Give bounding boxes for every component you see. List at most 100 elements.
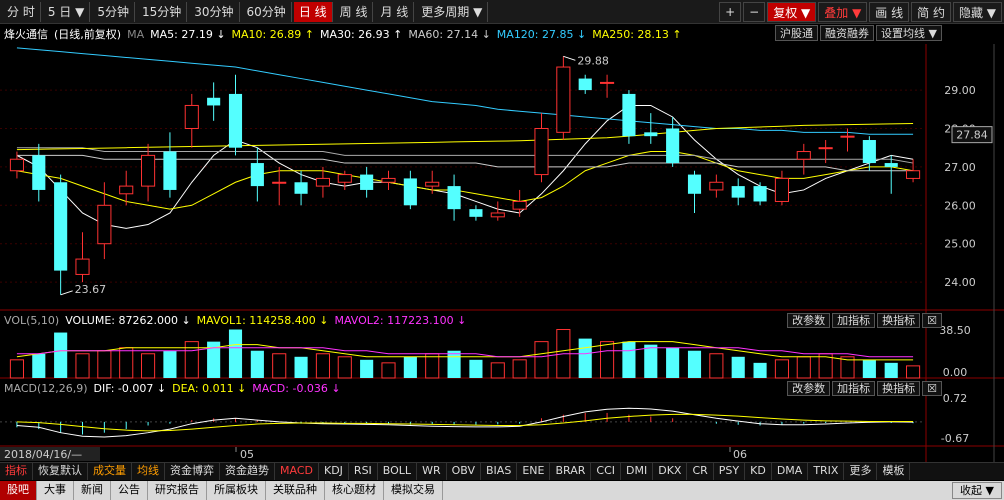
candle-body	[228, 93, 243, 148]
candle-body	[163, 151, 177, 190]
candle-body	[622, 93, 636, 137]
volume-bar	[644, 344, 658, 378]
info-tab[interactable]: 模拟交易	[384, 481, 443, 500]
panel-button[interactable]: 换指标	[877, 381, 921, 396]
candle-body	[534, 127, 549, 176]
volume-bar	[862, 359, 876, 378]
volume-bar	[9, 359, 24, 379]
price-tick-label: 27.00	[944, 161, 976, 174]
candle-body	[447, 186, 461, 210]
info-tab[interactable]: 股吧	[0, 481, 37, 500]
collapse-button[interactable]: 收起 ▼	[952, 482, 1002, 499]
ma-line-ma250	[16, 123, 914, 151]
vol-mavol2: MAVOL2: 117223.100 ↓	[334, 313, 467, 327]
indicator-tab[interactable]: WR	[417, 463, 447, 480]
candle-body	[97, 204, 112, 245]
macd-axis-top: 0.72	[943, 392, 968, 405]
panel-button[interactable]: ☒	[922, 381, 942, 396]
indicator-tab[interactable]: DMA	[772, 463, 809, 480]
info-tab[interactable]: 所属板块	[207, 481, 266, 500]
candle-body	[666, 128, 680, 164]
info-tab[interactable]: 研究报告	[148, 481, 207, 500]
indicator-tab[interactable]: 均线	[132, 463, 165, 480]
volume-bar	[731, 356, 745, 378]
volume-bar	[687, 350, 702, 378]
panel-button[interactable]: 换指标	[877, 313, 921, 328]
volume-legend: VOL(5,10) VOLUME: 87262.000 ↓ MAVOL1: 11…	[0, 312, 472, 328]
candle-body	[207, 97, 221, 106]
indicator-tab[interactable]: CCI	[591, 463, 621, 480]
indicator-tab[interactable]: 指标	[0, 463, 33, 480]
indicator-tab[interactable]: MACD	[275, 463, 319, 480]
volume-bar	[469, 359, 483, 378]
info-tab[interactable]: 大事	[37, 481, 74, 500]
indicator-tab[interactable]: ENE	[517, 463, 551, 480]
info-bar: 股吧 大事 新闻 公告 研究报告 所属板块 关联品种 核心题材 模拟交易 收起 ▼	[0, 481, 1004, 500]
candle-body	[360, 174, 374, 190]
vol-volume: VOLUME: 87262.000 ↓	[65, 313, 191, 327]
volume-bar	[315, 353, 330, 379]
panel-button[interactable]: ☒	[922, 313, 942, 328]
candle-body	[490, 212, 505, 218]
indicator-tab[interactable]: KDJ	[319, 463, 349, 480]
volume-bar	[447, 350, 461, 378]
current-price-label: 27.84	[956, 129, 988, 142]
candle-body	[818, 147, 833, 150]
indicator-tab[interactable]: DKX	[653, 463, 688, 480]
info-tab[interactable]: 新闻	[74, 481, 111, 500]
volume-axis-top: 38.50	[939, 324, 971, 337]
volume-bar	[578, 338, 592, 378]
candle-body	[644, 132, 658, 137]
candle-body	[337, 174, 352, 183]
indicator-tab[interactable]: 模板	[877, 463, 911, 480]
volume-bar	[600, 341, 615, 379]
indicator-tab[interactable]: BIAS	[481, 463, 518, 480]
panel-button[interactable]: 改参数	[787, 313, 831, 328]
volume-bar	[184, 341, 199, 379]
indicator-tab[interactable]: RSI	[349, 463, 378, 480]
indicator-tab[interactable]: 恢复默认	[33, 463, 88, 480]
panel-button[interactable]: 加指标	[832, 313, 876, 328]
indicator-tab[interactable]: BOLL	[378, 463, 418, 480]
indicator-tab[interactable]: DMI	[621, 463, 654, 480]
macd-dif: DIF: -0.007 ↓	[93, 381, 167, 395]
indicator-tab[interactable]: 资金趋势	[220, 463, 275, 480]
info-tab[interactable]: 公告	[111, 481, 148, 500]
candle-body	[54, 182, 68, 271]
candle-body	[884, 163, 898, 167]
panel-button[interactable]: 改参数	[787, 381, 831, 396]
macd-buttons: 改参数 加指标 换指标 ☒	[785, 381, 942, 396]
month-label: 06	[733, 448, 747, 461]
macd-title[interactable]: MACD(12,26,9)	[4, 382, 88, 395]
volume-bar	[75, 353, 90, 379]
candle-body	[119, 185, 134, 195]
price-tick-label: 29.00	[944, 84, 976, 97]
info-tab[interactable]: 核心题材	[325, 481, 384, 500]
indicator-tab[interactable]: TRIX	[808, 463, 845, 480]
indicator-tab[interactable]: KD	[745, 463, 772, 480]
candle-body	[556, 66, 571, 133]
volume-bar	[490, 362, 505, 379]
indicator-tab[interactable]: CR	[687, 463, 714, 480]
candle-body	[425, 181, 440, 187]
candle-body	[600, 81, 615, 84]
macd-axis-bottom: -0.67	[941, 432, 969, 445]
indicator-tab[interactable]: 资金博弈	[165, 463, 220, 480]
info-tab[interactable]: 关联品种	[266, 481, 325, 500]
volume-bar	[228, 329, 243, 378]
volume-bar	[906, 365, 921, 379]
indicator-tab[interactable]: OBV	[447, 463, 482, 480]
volume-bar	[272, 353, 287, 379]
candle-body	[250, 163, 264, 187]
indicator-tab[interactable]: 成交量	[88, 463, 132, 480]
volume-bar	[119, 347, 134, 379]
candle-body	[753, 186, 767, 202]
vol-title[interactable]: VOL(5,10)	[4, 314, 59, 327]
candle-body	[774, 177, 789, 202]
indicator-tab[interactable]: PSY	[714, 463, 746, 480]
indicator-tab[interactable]: BRAR	[550, 463, 592, 480]
candle-body	[906, 170, 921, 179]
panel-button[interactable]: 加指标	[832, 381, 876, 396]
price-tick-label: 24.00	[944, 276, 976, 289]
indicator-tab[interactable]: 更多	[844, 463, 878, 480]
